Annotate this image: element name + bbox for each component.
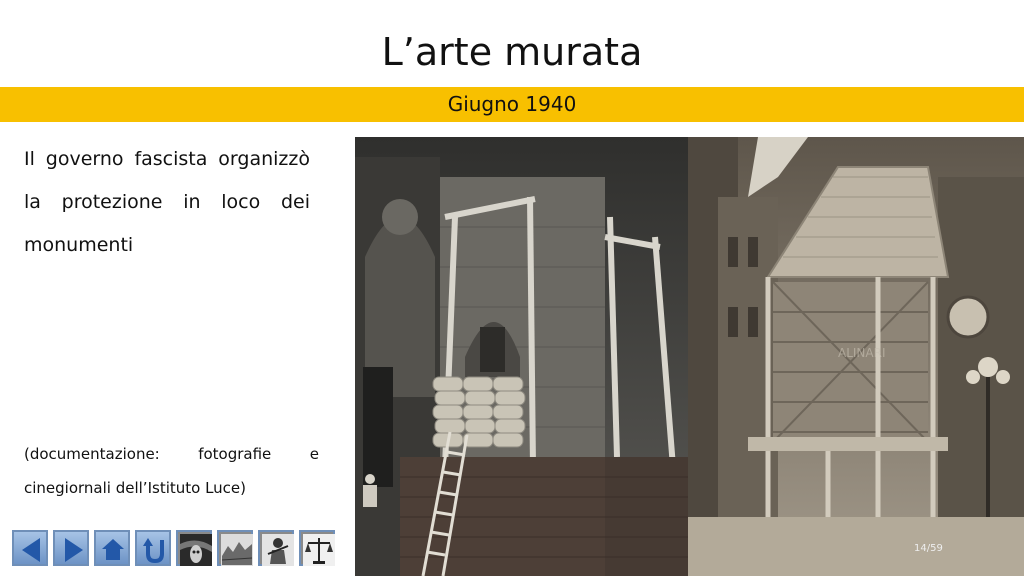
paragraph-word: dei [280,191,310,213]
slide-title: L’arte murata [381,30,643,74]
note-word: e [309,445,319,463]
drawing-icon [221,534,253,566]
navigation-bar [12,530,335,570]
return-button[interactable] [135,530,171,566]
wooden-shelter-photo: ALINARI 14/59 [688,137,1024,576]
house-icon [102,539,124,560]
scream-painting-button[interactable] [176,530,212,566]
painting-icon [180,534,212,566]
paragraph-line-2: la protezione in loco dei [24,181,310,224]
note-line-1: (documentazione: fotografie e [24,437,319,471]
paragraph-word: organizzò [218,148,310,170]
note-word: fotografie [198,445,272,463]
paragraph-word: monumenti [24,234,134,256]
paragraph-line-1: Il governo fascista organizzò [24,138,310,181]
paragraph-word: in [183,191,201,213]
paragraph-word: loco [221,191,261,213]
paragraph-word: governo [45,148,124,170]
scales-icon [303,534,335,566]
page-number: 14/59 [914,543,943,554]
u-turn-icon [143,538,164,564]
photo-watermark: ALINARI [838,346,886,360]
next-slide-button[interactable] [53,530,89,566]
figure-illustration-button[interactable] [258,530,294,566]
home-button[interactable] [94,530,130,566]
church-scaffolding-photo [355,137,688,576]
note-word: (documentazione: [24,445,160,463]
main-paragraph: Il governo fascista organizzò la protezi… [24,138,310,267]
paragraph-word: protezione [61,191,163,213]
figure-icon [262,534,294,566]
right-arrow-icon [65,538,83,562]
previous-slide-button[interactable] [12,530,48,566]
paragraph-word: la [24,191,41,213]
paragraph-line-3: monumenti [24,224,310,267]
paragraph-word: Il [24,148,35,170]
documentation-note: (documentazione: fotografie e cinegiorna… [24,437,319,505]
note-line-2: cinegiornali dell’Istituto Luce) [24,479,247,497]
paragraph-word: fascista [134,148,208,170]
slide-subtitle: Giugno 1940 [447,92,577,116]
subtitle-band: Giugno 1940 [0,87,1024,122]
landscape-drawing-button[interactable] [217,530,253,566]
justice-button[interactable] [299,530,335,566]
left-arrow-icon [22,538,40,562]
